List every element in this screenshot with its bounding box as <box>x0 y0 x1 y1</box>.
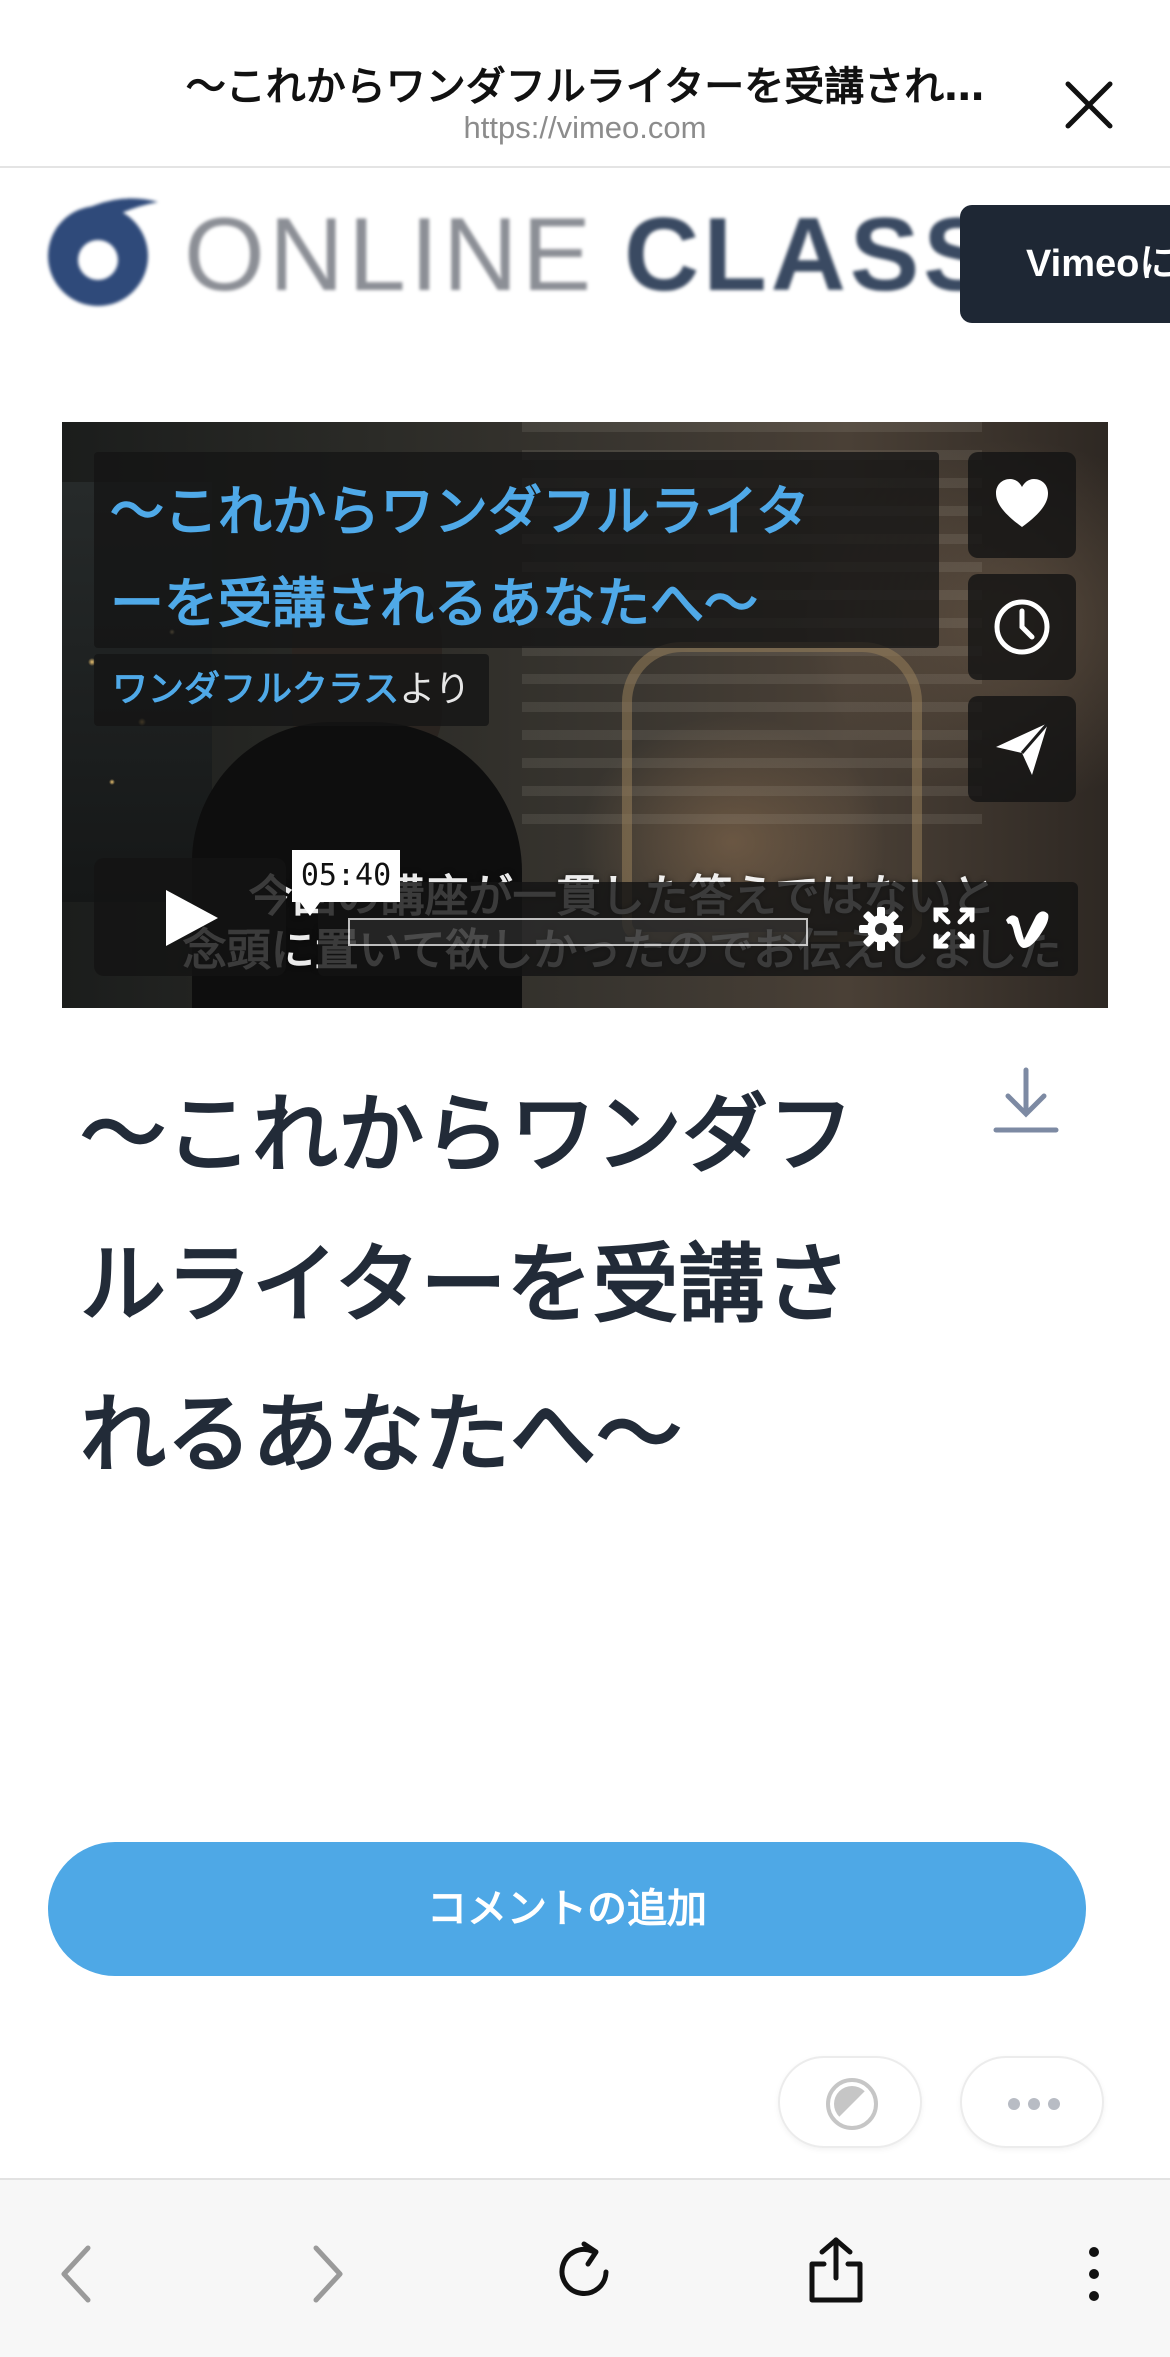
heart-icon <box>996 479 1048 527</box>
contrast-button[interactable] <box>778 2056 922 2148</box>
add-comment-button[interactable]: コメントの追加 <box>48 1842 1086 1976</box>
more-icon <box>1008 2098 1060 2110</box>
like-button[interactable] <box>968 452 1076 558</box>
vimeo-icon[interactable] <box>1002 906 1052 950</box>
back-icon[interactable] <box>56 2244 96 2304</box>
gear-icon[interactable] <box>858 906 904 952</box>
clock-icon <box>994 599 1050 655</box>
share-video-button[interactable] <box>968 696 1076 802</box>
download-button[interactable] <box>990 1066 1062 1138</box>
close-icon <box>1065 81 1113 129</box>
more-options-button[interactable] <box>960 2056 1104 2148</box>
fullscreen-icon[interactable] <box>932 906 976 950</box>
watch-later-button[interactable] <box>968 574 1076 680</box>
page-url: https://vimeo.com <box>463 110 707 145</box>
video-byline: ワンダフルクラスより <box>94 654 489 726</box>
video-progress-bar[interactable] <box>348 918 808 946</box>
page-title: 〜これからワンダフルライターを受講され… <box>185 64 985 110</box>
forward-icon[interactable] <box>308 2244 348 2304</box>
video-author-suffix: より <box>399 669 471 710</box>
time-tooltip: 05:40 <box>292 850 400 916</box>
reload-icon[interactable] <box>552 2240 616 2304</box>
logo-mark-icon <box>48 198 158 306</box>
logo-word-class: CLASS <box>624 197 997 313</box>
video-page-title: 〜これからワンダフルライターを受講されるあなたへ〜 <box>80 1085 854 1485</box>
online-class-logo: ONLINE CLASS <box>46 198 993 310</box>
vimeo-banner[interactable]: Vimeoに <box>960 205 1170 323</box>
download-icon <box>993 1067 1059 1133</box>
video-controls-bar <box>318 882 1078 976</box>
logo-word-online: ONLINE <box>184 197 596 313</box>
send-icon <box>996 722 1050 775</box>
share-icon[interactable] <box>806 2236 866 2304</box>
menu-icon[interactable] <box>1086 2246 1102 2302</box>
browser-toolbar <box>0 2178 1170 2357</box>
close-button[interactable] <box>1060 76 1118 134</box>
video-title-overlay[interactable]: 〜これからワンダフルライタ ーを受講されるあなたへ〜 <box>94 452 939 648</box>
video-title-line2: ーを受講されるあなたへ〜 <box>110 572 758 635</box>
logo-wordmark: ONLINE CLASS <box>184 200 997 310</box>
video-player[interactable]: 〜これからワンダフルライタ ーを受講されるあなたへ〜 ワンダフルクラスより 今回… <box>62 422 1108 1008</box>
video-title-line1: 〜これからワンダフルライタ <box>110 480 810 543</box>
play-button[interactable] <box>94 858 286 976</box>
play-icon <box>166 890 218 946</box>
contrast-icon <box>826 2078 878 2130</box>
browser-header: 〜これからワンダフルライターを受講され… https://vimeo.com <box>0 0 1170 168</box>
video-author-link[interactable]: ワンダフルクラス <box>112 669 399 710</box>
